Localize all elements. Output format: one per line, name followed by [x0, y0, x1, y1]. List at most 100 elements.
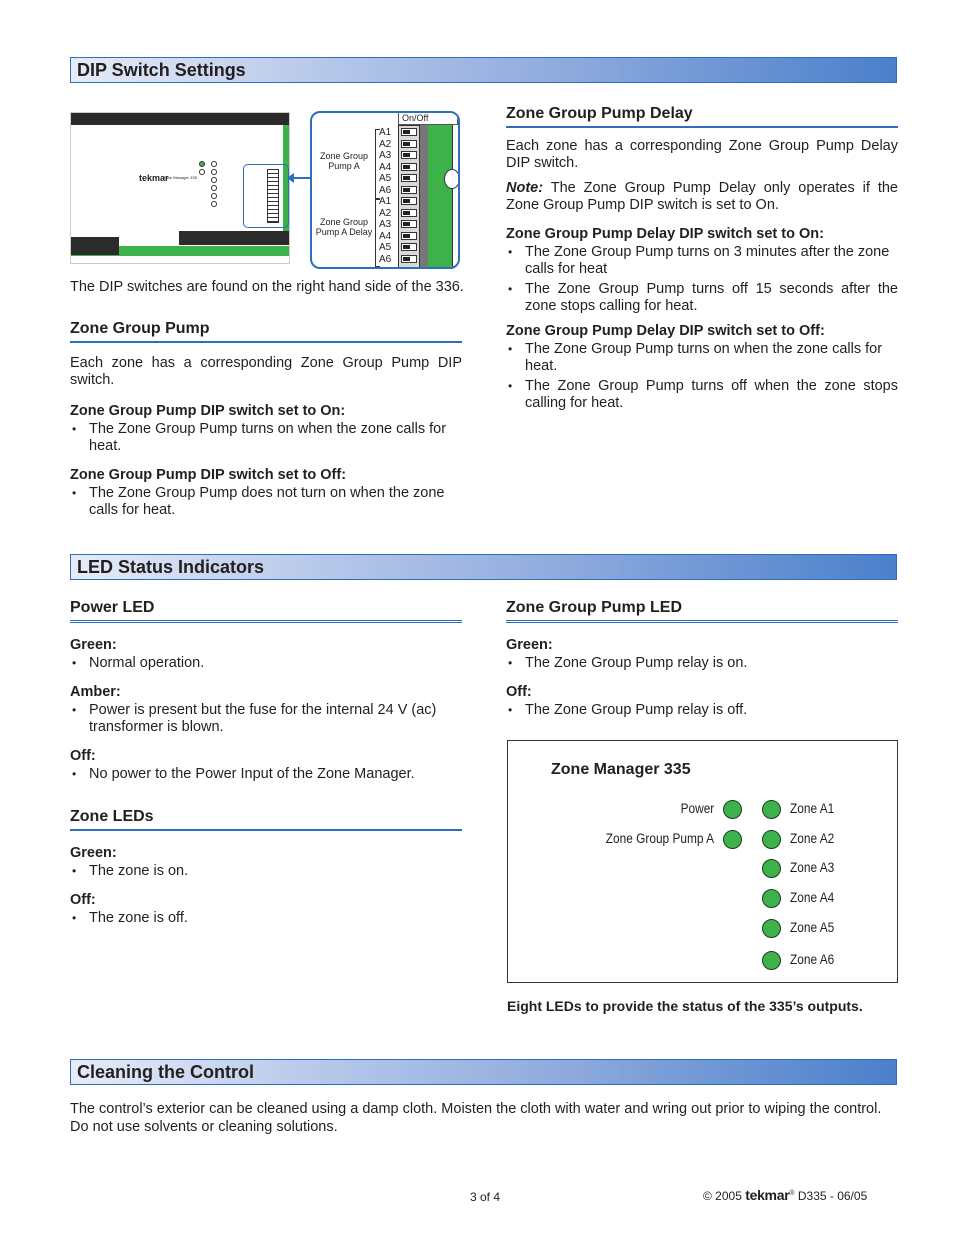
dip-switch: [401, 231, 417, 240]
page-number: 3 of 4: [470, 1190, 501, 1204]
registered-mark: ®: [789, 1190, 795, 1197]
green-label: Green:: [70, 637, 117, 653]
mini-pump-led: [199, 169, 205, 175]
intro-text: Each zone has a corresponding Zone Group…: [70, 355, 462, 388]
dip-switch-label: A1: [379, 127, 392, 138]
intro-text: Each zone has a corresponding Zone Group…: [506, 138, 898, 171]
group-label-delay: Zone Group Pump A Delay: [315, 217, 373, 237]
dip-switch: [401, 208, 417, 217]
dip-switch-knob: [403, 245, 410, 249]
board-edge: [428, 125, 453, 267]
led-indicator: [762, 919, 781, 938]
dip-switch-knob: [403, 256, 410, 261]
mini-zone-led: [211, 177, 217, 183]
subheading: Zone Group Pump Delay: [506, 105, 898, 128]
dip-switch-knob: [403, 164, 410, 169]
led-indicator: [762, 951, 781, 970]
led-label: Zone A5: [790, 920, 835, 935]
dip-switch-label: A1: [379, 196, 392, 207]
list-item: The Zone Group Pump turns off when the z…: [506, 378, 898, 412]
dip-switch-label: A2: [379, 138, 392, 150]
copyright-text: © 2005: [703, 1189, 742, 1203]
section-title: Cleaning the Control: [77, 1062, 254, 1082]
dip-highlight-outline: [243, 164, 289, 228]
led-indicator: [762, 830, 781, 849]
led-label: Zone A3: [790, 860, 835, 875]
dip-switch: [401, 220, 417, 228]
cleaning-text: The control’s exterior can be cleaned us…: [70, 1101, 882, 1135]
dip-switch-label: A3: [379, 150, 392, 161]
on-off-label: On/Off: [398, 113, 458, 125]
section-header-cleaning: Cleaning the Control: [70, 1059, 897, 1085]
list-item: The Zone Group Pump relay is off.: [506, 702, 898, 719]
list-item: Power is present but the fuse for the in…: [70, 702, 462, 736]
top-terminal-strip: [71, 113, 289, 125]
footer-copyright: © 2005 tekmar® D335 - 06/05: [703, 1187, 867, 1203]
section-header-led-status: LED Status Indicators: [70, 554, 897, 580]
list-item: The Zone Group Pump turns on when the zo…: [70, 421, 462, 455]
zone-group-pump-delay-section: Zone Group Pump Delay Each zone has a co…: [506, 105, 898, 415]
led-label: Zone A4: [790, 890, 835, 905]
power-terminal-block: [71, 237, 119, 255]
led-indicator: [723, 800, 742, 819]
dip-switch-knob: [403, 199, 410, 203]
dip-switch-knob: [403, 187, 410, 192]
subheading: Zone LEDs: [70, 808, 462, 831]
bottom-terminal-strip: [179, 231, 289, 245]
subheading: Zone Group Pump LED: [506, 599, 898, 623]
diagram-caption: The DIP switches are found on the right …: [70, 279, 464, 295]
mini-zone-led: [211, 193, 217, 199]
dip-switch-label: A5: [379, 173, 392, 184]
mini-zone-led: [211, 161, 217, 167]
led-label: Zone Group Pump A: [605, 831, 714, 846]
dip-switch: [401, 174, 417, 182]
controller-diagram: tekmar Zone Manager 335: [70, 112, 290, 264]
green-label: Green:: [70, 845, 117, 861]
dip-switch-knob: [403, 222, 410, 226]
tekmar-logo: tekmar: [745, 1187, 790, 1203]
dip-switch-knob: [403, 153, 410, 157]
list-item: The Zone Group Pump turns off 15 seconds…: [506, 281, 898, 315]
dip-switch-knob: [403, 233, 410, 238]
on-label: Zone Group Pump DIP switch set to On:: [70, 403, 346, 419]
dip-switch-label: A4: [379, 230, 392, 242]
document-code: D335 - 06/05: [797, 1189, 868, 1203]
dip-switch-label: A5: [379, 242, 392, 253]
subheading: Power LED: [70, 599, 462, 623]
led-label: Power: [680, 801, 714, 816]
led-panel-caption: Eight LEDs to provide the status of the …: [507, 998, 863, 1014]
list-item: The zone is on.: [70, 863, 462, 880]
mini-zone-led: [211, 169, 217, 175]
dip-switch-knob: [403, 210, 410, 215]
led-indicator: [762, 859, 781, 878]
dip-switch: [401, 197, 417, 205]
off-label: Zone Group Pump DIP switch set to Off:: [70, 467, 347, 483]
dip-switch-knob: [403, 130, 410, 134]
off-label: Off:: [506, 684, 532, 700]
list-item: The Zone Group Pump turns on 3 minutes a…: [506, 244, 898, 278]
note-label: Note:: [506, 180, 544, 196]
mini-power-led: [199, 161, 205, 167]
led-indicator: [723, 830, 742, 849]
on-label: Zone Group Pump Delay DIP switch set to …: [506, 226, 824, 242]
list-item: Normal operation.: [70, 655, 462, 672]
section-title: DIP Switch Settings: [77, 60, 246, 80]
list-item: No power to the Power Input of the Zone …: [70, 766, 462, 783]
list-item: The Zone Group Pump does not turn on whe…: [70, 485, 462, 519]
led-indicator: [762, 800, 781, 819]
zone-leds-section: Zone LEDs Green: The zone is on. Off: Th…: [70, 808, 462, 930]
list-item: The Zone Group Pump turns on when the zo…: [506, 341, 898, 375]
section-title: LED Status Indicators: [77, 557, 265, 577]
dip-switch: [401, 128, 417, 136]
led-label: Zone A1: [790, 801, 835, 816]
led-label: Zone A6: [790, 952, 835, 967]
mini-zone-led: [211, 185, 217, 191]
dip-switch: [401, 254, 417, 263]
zone-group-pump-section: Zone Group Pump Each zone has a correspo…: [70, 320, 462, 522]
off-label: Off:: [70, 748, 96, 764]
dip-switch-label: A4: [379, 161, 392, 173]
led-panel-title: Zone Manager 335: [551, 761, 691, 778]
dip-switch-zoom: On/Off Zone Group Pump A Zone Group Pump…: [310, 111, 460, 269]
dip-switch: [401, 243, 417, 251]
list-item: The Zone Group Pump relay is on.: [506, 655, 898, 672]
